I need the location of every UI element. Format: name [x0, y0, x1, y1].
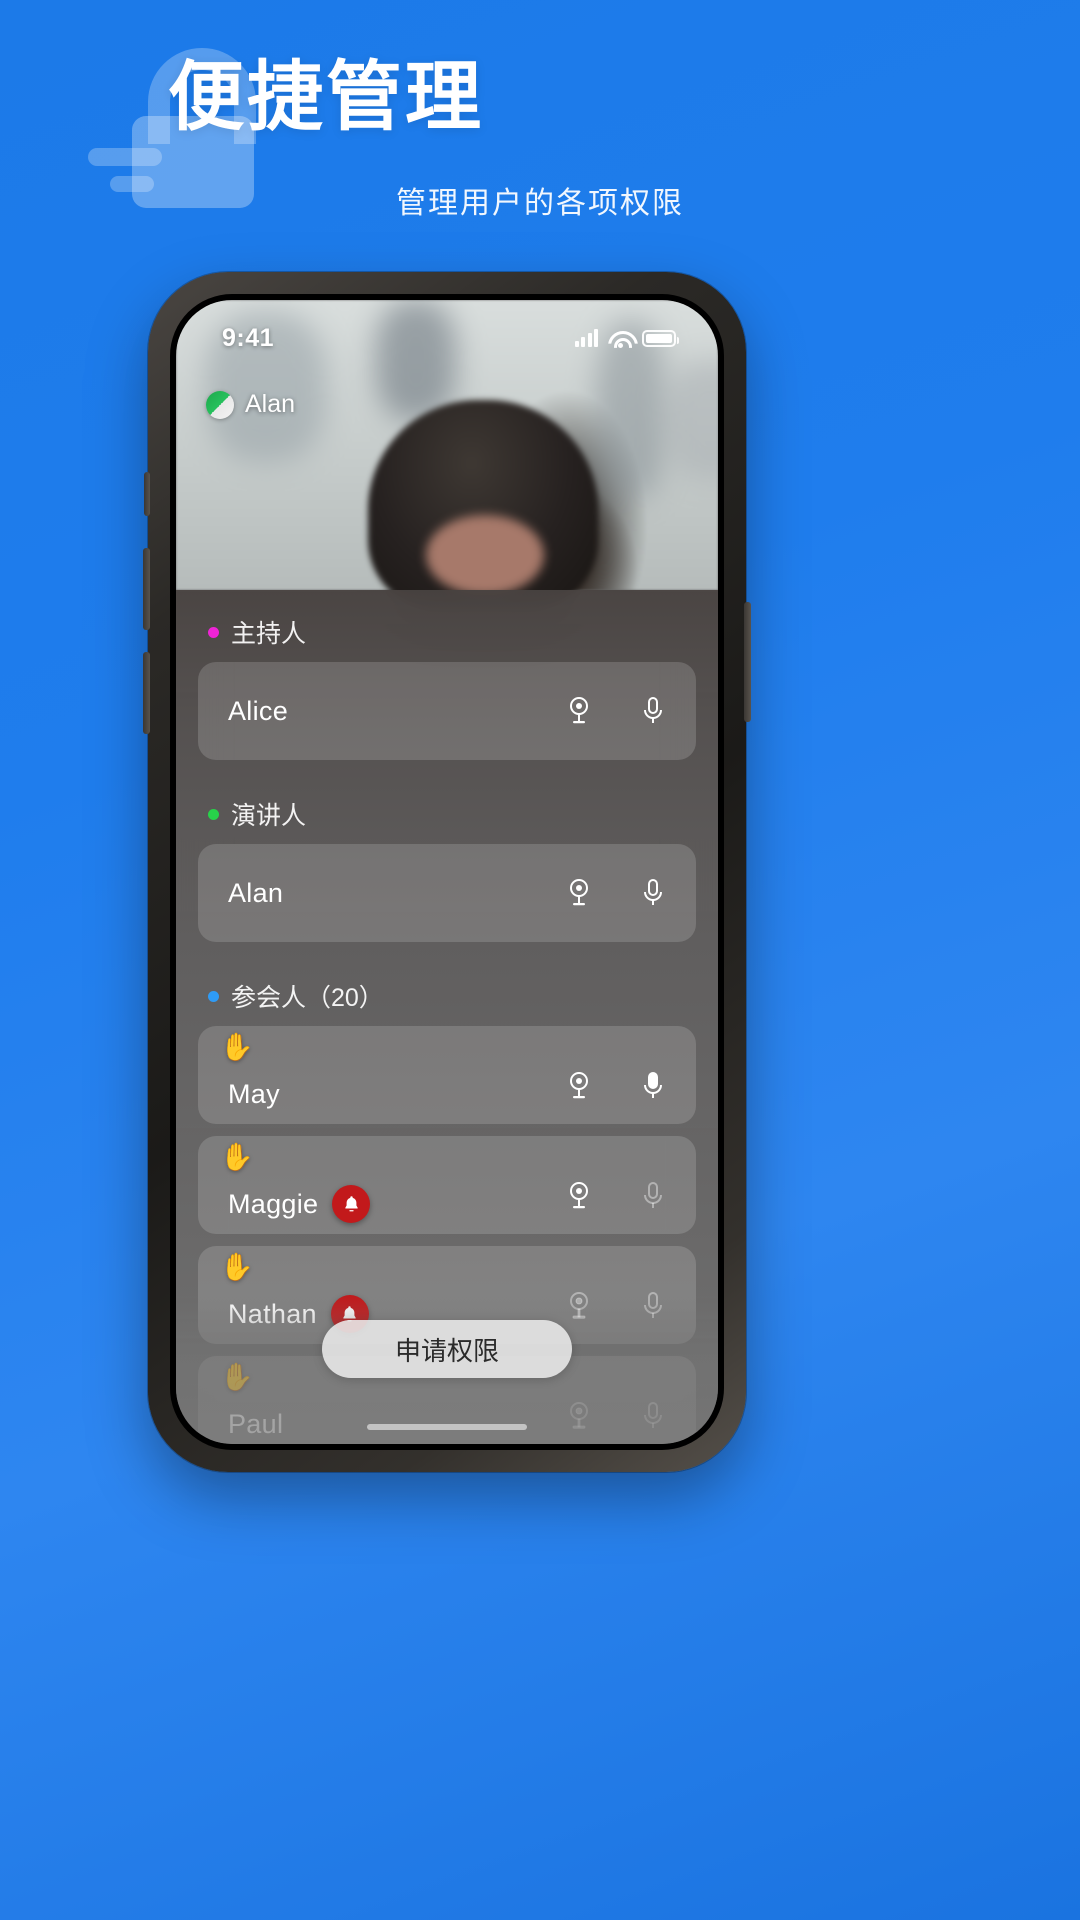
camera-icon[interactable]: [562, 1179, 596, 1213]
raised-hand-icon: ✋: [220, 1142, 254, 1172]
participant-row-may[interactable]: ✋ May: [198, 1026, 696, 1124]
raised-hand-icon: ✋: [220, 1032, 254, 1062]
hero-banner: 便捷管理 管理用户的各项权限: [0, 0, 1080, 270]
participant-name: May: [228, 1078, 280, 1109]
section-label-host: 主持人: [231, 620, 307, 648]
participant-name-wrap: Maggie: [228, 1185, 371, 1223]
video-person-face: [426, 515, 544, 595]
participant-row-maggie[interactable]: ✋ Maggie: [198, 1136, 696, 1234]
cellular-signal-icon: [574, 329, 598, 347]
wifi-icon: [608, 329, 632, 348]
microphone-icon[interactable]: [636, 694, 670, 728]
lock-decor-bar-1: [88, 148, 162, 166]
phone-volume-up-button[interactable]: [143, 548, 150, 630]
status-dot-attendees: [208, 990, 219, 1002]
self-name-label: Alan: [245, 390, 296, 418]
phone-power-button[interactable]: [744, 602, 751, 722]
participant-name: Alan: [228, 877, 284, 908]
raised-hand-icon: ✋: [220, 1252, 254, 1282]
camera-icon[interactable]: [562, 694, 596, 728]
microphone-icon[interactable]: [636, 1069, 670, 1103]
status-dot-host: [208, 626, 219, 638]
bell-icon[interactable]: [332, 1185, 371, 1223]
status-bar-icons: [574, 329, 679, 348]
panel-footer: 申请权限: [176, 1294, 718, 1444]
home-indicator[interactable]: [367, 1424, 527, 1430]
section-label-speaker: 演讲人: [231, 802, 307, 830]
microphone-icon[interactable]: [636, 1179, 670, 1213]
section-header-host: 主持人: [198, 590, 696, 662]
hero-subtitle: 管理用户的各项权限: [396, 187, 684, 220]
phone-volume-down-button[interactable]: [143, 652, 150, 734]
hero-title: 便捷管理: [168, 55, 484, 140]
participant-controls: [562, 1179, 670, 1213]
participant-name: Maggie: [228, 1188, 319, 1219]
avatar-icon: [206, 390, 234, 419]
phone-mute-switch[interactable]: [144, 472, 150, 516]
participant-controls: [562, 694, 670, 728]
self-name-tag: Alan: [206, 390, 295, 419]
battery-full-icon: [642, 329, 679, 347]
participant-controls: [562, 1069, 670, 1103]
camera-icon[interactable]: [562, 876, 596, 910]
participant-row-alice[interactable]: Alice: [198, 662, 696, 760]
status-bar: 9:41: [176, 300, 718, 364]
camera-icon[interactable]: [562, 1069, 596, 1103]
participant-row-alan[interactable]: Alan: [198, 844, 696, 942]
section-header-attendees: 参会人（20）: [198, 954, 696, 1026]
video-blur-shape: [666, 360, 718, 480]
participant-name: Alice: [228, 695, 289, 726]
status-dot-speaker: [208, 808, 219, 820]
status-bar-time: 9:41: [222, 323, 275, 352]
phone-mockup: 9:41 Alan 主持人 Alice 演讲人 Alan 参会人（20） ✋ M…: [143, 272, 751, 1472]
participant-controls: [562, 876, 670, 910]
microphone-icon[interactable]: [636, 876, 670, 910]
phone-bezel: 9:41 Alan 主持人 Alice 演讲人 Alan 参会人（20） ✋ M…: [170, 294, 724, 1450]
apply-permission-button[interactable]: 申请权限: [322, 1320, 572, 1378]
section-header-speaker: 演讲人: [198, 772, 696, 844]
section-label-attendees: 参会人（20）: [231, 984, 384, 1012]
phone-screen: 9:41 Alan 主持人 Alice 演讲人 Alan 参会人（20） ✋ M…: [176, 300, 718, 1444]
participants-panel: 主持人 Alice 演讲人 Alan 参会人（20） ✋ May ✋ Maggi…: [176, 590, 718, 1444]
